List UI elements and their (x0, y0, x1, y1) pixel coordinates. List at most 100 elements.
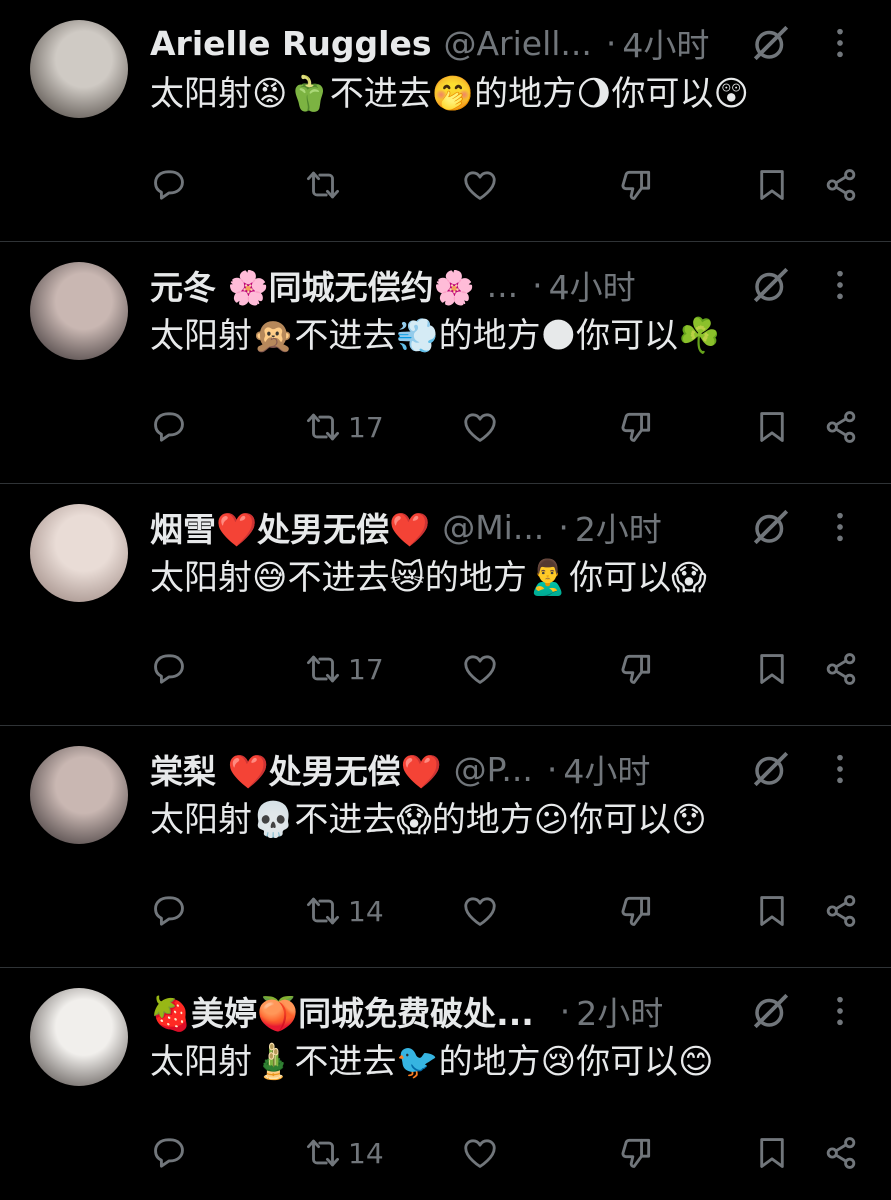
action-bar: 14 (0, 886, 891, 936)
like-icon (461, 650, 499, 688)
like-button[interactable] (461, 886, 499, 936)
retweet-button[interactable]: 14 (304, 1128, 384, 1178)
timestamp[interactable]: 2小时 (575, 503, 662, 551)
tweet[interactable]: 元冬 🌸同城无偿约🌸 ... · 4小时 太阳射🙊不进去💨的地方🌑你可以☘️ 1… (0, 242, 891, 484)
reply-button[interactable] (150, 1128, 194, 1178)
grok-icon[interactable] (750, 748, 792, 790)
reply-icon (150, 892, 188, 930)
bookmark-button[interactable] (753, 644, 791, 694)
share-icon (822, 892, 860, 930)
share-button[interactable] (822, 644, 860, 694)
tweet-header: Arielle Ruggles @Ariell... · 4小时 (150, 20, 870, 66)
retweet-button[interactable]: 17 (304, 402, 384, 452)
share-button[interactable] (822, 1128, 860, 1178)
bookmark-button[interactable] (753, 886, 791, 936)
display-name[interactable]: 棠梨 ❤️处男无偿❤️ (150, 745, 442, 793)
bookmark-button[interactable] (753, 160, 791, 210)
bookmark-button[interactable] (753, 402, 791, 452)
more-icon[interactable] (830, 268, 850, 302)
dislike-button[interactable] (617, 1128, 655, 1178)
retweet-button[interactable]: 14 (304, 886, 384, 936)
like-button[interactable] (461, 402, 499, 452)
grok-icon[interactable] (750, 506, 792, 548)
separator-dot: · (546, 749, 558, 789)
like-button[interactable] (461, 1128, 499, 1178)
dislike-button[interactable] (617, 886, 655, 936)
avatar[interactable] (30, 504, 128, 602)
action-bar: 14 (0, 1128, 891, 1178)
reply-button[interactable] (150, 886, 194, 936)
share-icon (822, 1134, 860, 1172)
reply-button[interactable] (150, 644, 194, 694)
tweet[interactable]: 🍓美婷🍑同城免费破处... · 2小时 太阳射🎍不进去🐦的地方😢你可以😊 14 (0, 968, 891, 1200)
timestamp[interactable]: 2小时 (576, 987, 663, 1035)
retweet-icon (304, 1134, 342, 1172)
avatar[interactable] (30, 988, 128, 1086)
bookmark-icon (753, 650, 791, 688)
like-button[interactable] (461, 160, 499, 210)
reply-icon (150, 166, 188, 204)
avatar[interactable] (30, 262, 128, 360)
action-bar (0, 160, 891, 210)
user-handle[interactable]: @Mi... (442, 508, 544, 547)
grok-icon[interactable] (750, 264, 792, 306)
display-name[interactable]: Arielle Ruggles (150, 24, 431, 63)
timeline-feed: Arielle Ruggles @Ariell... · 4小时 太阳射😡🫑不进… (0, 0, 891, 1200)
dislike-button[interactable] (617, 644, 655, 694)
tweet[interactable]: 棠梨 ❤️处男无偿❤️ @P... · 4小时 太阳射💀不进去😱的地方😕你可以😯… (0, 726, 891, 968)
reply-button[interactable] (150, 402, 194, 452)
dislike-icon (617, 1134, 655, 1172)
share-icon (822, 650, 860, 688)
timestamp[interactable]: 4小时 (549, 261, 636, 309)
bookmark-icon (753, 892, 791, 930)
share-button[interactable] (822, 160, 860, 210)
separator-dot: · (605, 23, 617, 63)
reply-icon (150, 650, 188, 688)
timestamp[interactable]: 4小时 (622, 19, 709, 67)
timestamp[interactable]: 4小时 (563, 745, 650, 793)
tweet-text: 太阳射🙊不进去💨的地方🌑你可以☘️ (150, 316, 721, 356)
dislike-button[interactable] (617, 402, 655, 452)
tweet-text: 太阳射😡🫑不进去🤭的地方🌖你可以😲 (150, 74, 750, 114)
like-icon (461, 408, 499, 446)
tweet[interactable]: Arielle Ruggles @Ariell... · 4小时 太阳射😡🫑不进… (0, 0, 891, 242)
tweet-text: 太阳射🎍不进去🐦的地方😢你可以😊 (150, 1042, 714, 1082)
bookmark-icon (753, 166, 791, 204)
dislike-button[interactable] (617, 160, 655, 210)
dislike-icon (617, 892, 655, 930)
more-icon[interactable] (830, 26, 850, 60)
retweet-button[interactable]: 17 (304, 644, 384, 694)
share-button[interactable] (822, 886, 860, 936)
like-button[interactable] (461, 644, 499, 694)
display-name[interactable]: 烟雪❤️处男无偿❤️ (150, 503, 430, 551)
avatar[interactable] (30, 746, 128, 844)
more-icon[interactable] (830, 994, 850, 1028)
action-bar: 17 (0, 644, 891, 694)
display-name[interactable]: 🍓美婷🍑同城免费破处... (150, 987, 534, 1035)
more-icon[interactable] (830, 752, 850, 786)
dislike-icon (617, 650, 655, 688)
more-icon[interactable] (830, 510, 850, 544)
bookmark-button[interactable] (753, 1128, 791, 1178)
share-button[interactable] (822, 402, 860, 452)
user-handle[interactable]: @P... (454, 750, 533, 789)
retweet-icon (304, 650, 342, 688)
tweet-header: 元冬 🌸同城无偿约🌸 ... · 4小时 (150, 262, 870, 308)
retweet-button[interactable] (304, 160, 348, 210)
like-icon (461, 1134, 499, 1172)
retweet-icon (304, 166, 342, 204)
grok-icon[interactable] (750, 990, 792, 1032)
grok-icon[interactable] (750, 22, 792, 64)
share-icon (822, 166, 860, 204)
user-handle[interactable]: @Ariell... (443, 24, 591, 63)
display-name[interactable]: 元冬 🌸同城无偿约🌸 (150, 261, 475, 309)
reply-button[interactable] (150, 160, 194, 210)
bookmark-icon (753, 408, 791, 446)
reply-icon (150, 1134, 188, 1172)
tweet[interactable]: 烟雪❤️处男无偿❤️ @Mi... · 2小时 太阳射😅不进去😿的地方🙎‍♂️你… (0, 484, 891, 726)
avatar[interactable] (30, 20, 128, 118)
tweet-header: 棠梨 ❤️处男无偿❤️ @P... · 4小时 (150, 746, 870, 792)
user-handle[interactable]: ... (487, 266, 518, 305)
action-bar: 17 (0, 402, 891, 452)
retweet-count: 14 (348, 1136, 384, 1170)
